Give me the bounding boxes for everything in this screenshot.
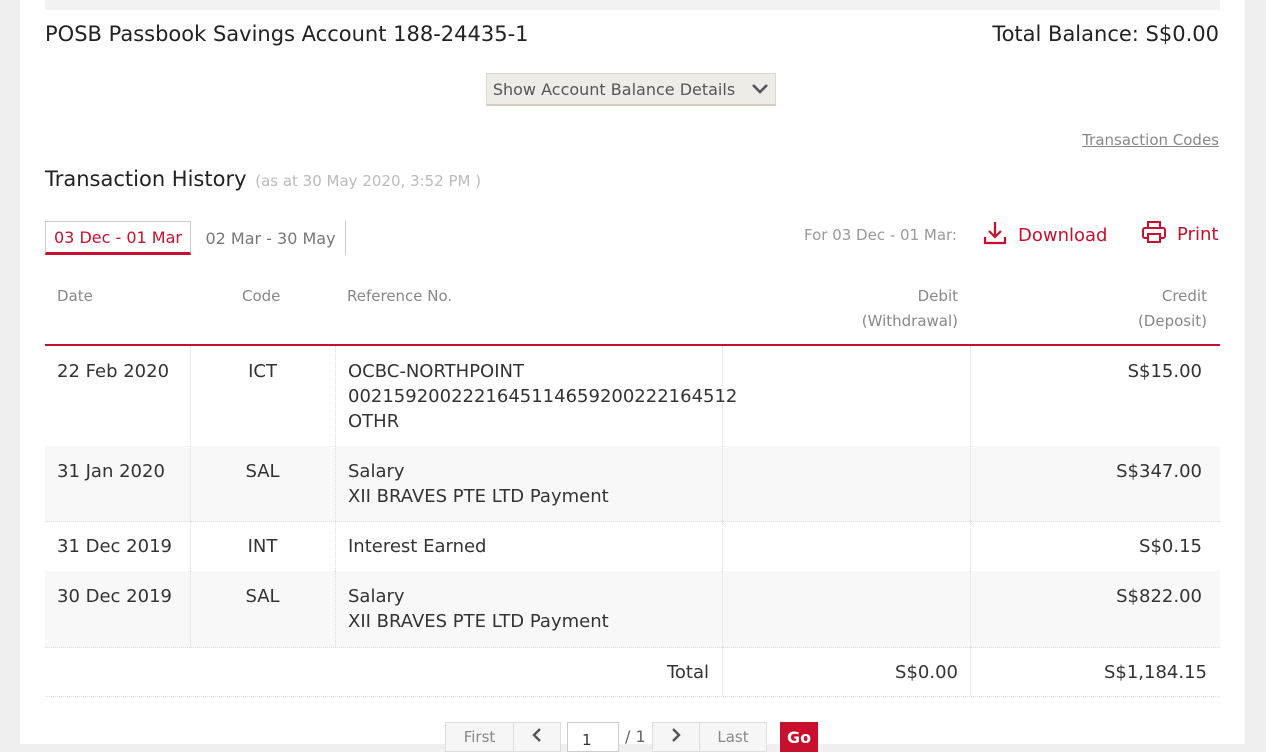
row-reference-line: Salary: [348, 461, 405, 482]
row-reference-line: Interest Earned: [348, 536, 487, 557]
transaction-history-heading: Transaction History (as at 30 May 2020, …: [45, 167, 481, 191]
row-date: 30 Dec 2019: [57, 586, 172, 607]
show-details-label: Show Account Balance Details: [492, 79, 736, 99]
header-date: Date: [57, 287, 93, 305]
column-divider: [335, 521, 336, 571]
total-label: Total: [666, 662, 709, 683]
header-debit-sub: (Withdrawal): [861, 312, 958, 330]
row-date: 31 Dec 2019: [57, 536, 172, 557]
header-credit-sub: (Deposit): [1137, 312, 1207, 330]
row-reference-line: XII BRAVES PTE LTD Payment: [348, 486, 609, 507]
download-label: Download: [1018, 225, 1108, 246]
page-count: / 1: [625, 727, 646, 746]
tab-03-dec-01-mar[interactable]: 03 Dec - 01 Mar: [45, 221, 191, 255]
row-credit: S$0.15: [1139, 536, 1202, 557]
page-number-input[interactable]: [567, 722, 619, 752]
next-page-button[interactable]: [652, 722, 700, 752]
column-divider: [190, 571, 191, 647]
go-button[interactable]: Go: [780, 722, 818, 752]
transaction-history-title: Transaction History: [45, 167, 247, 191]
header-debit-label: Debit: [917, 287, 958, 305]
row-credit: S$347.00: [1116, 461, 1202, 482]
row-code: SAL: [245, 461, 280, 482]
column-divider: [335, 571, 336, 647]
total-debit: S$0.00: [895, 662, 958, 683]
table-row[interactable]: 30 Dec 2019 SAL Salary XII BRAVES PTE LT…: [45, 571, 1220, 648]
column-divider: [970, 346, 971, 446]
as-at-timestamp: (as at 30 May 2020, 3:52 PM ): [255, 172, 482, 190]
row-date: 31 Jan 2020: [57, 461, 165, 482]
row-date: 22 Feb 2020: [57, 361, 170, 382]
row-reference: Salary XII BRAVES PTE LTD Payment: [348, 459, 609, 509]
prev-page-button[interactable]: [513, 722, 561, 752]
top-bar: [45, 0, 1220, 10]
row-reference-line: OTHR: [348, 411, 400, 432]
download-button[interactable]: Download: [982, 220, 1107, 251]
column-divider: [722, 446, 723, 521]
for-period-label: For 03 Dec - 01 Mar:: [804, 226, 957, 244]
show-account-balance-details-button[interactable]: Show Account Balance Details: [486, 73, 776, 106]
transaction-codes-link[interactable]: Transaction Codes: [1082, 131, 1219, 149]
column-divider: [970, 521, 971, 571]
row-reference-line: Salary: [348, 586, 405, 607]
header-credit: Credit (Deposit): [1138, 284, 1207, 334]
header-code: Code: [242, 287, 281, 305]
row-credit: S$15.00: [1127, 361, 1202, 382]
total-credit: S$1,184.15: [1103, 662, 1207, 683]
row-reference-line: 002159200222164511465920022216451​2: [348, 386, 738, 407]
column-divider: [722, 647, 723, 696]
row-code: INT: [247, 536, 278, 557]
row-code: SAL: [245, 586, 280, 607]
row-reference: Salary XII BRAVES PTE LTD Payment: [348, 584, 609, 634]
chevron-right-icon: [670, 728, 682, 746]
header-debit: Debit (Withdrawal): [862, 284, 958, 334]
column-divider: [722, 571, 723, 647]
header-reference: Reference No.: [347, 287, 453, 305]
column-divider: [722, 521, 723, 571]
last-page-button[interactable]: Last: [699, 722, 767, 752]
page-container: POSB Passbook Savings Account 188-24435-…: [20, 0, 1245, 752]
column-divider: [335, 346, 336, 446]
chevron-left-icon: [531, 728, 543, 746]
tab-02-mar-30-may[interactable]: 02 Mar - 30 May: [196, 221, 346, 255]
total-row: Total S$0.00 S$1,184.15: [45, 647, 1220, 697]
row-reference: Interest Earned: [348, 534, 486, 559]
first-page-button[interactable]: First: [445, 722, 514, 752]
printer-icon: [1141, 220, 1177, 249]
print-label: Print: [1177, 224, 1219, 245]
table-row[interactable]: 22 Feb 2020 ICT OCBC-NORTHPOINT 00215920…: [45, 346, 1220, 447]
column-divider: [970, 446, 971, 521]
column-divider: [970, 647, 971, 696]
account-title: POSB Passbook Savings Account 188-24435-…: [45, 22, 529, 46]
print-button[interactable]: Print: [1141, 220, 1218, 249]
download-icon: [982, 220, 1018, 251]
row-reference: OCBC-NORTHPOINT 002159200222164511465920…: [348, 359, 737, 434]
header-credit-label: Credit: [1161, 287, 1207, 305]
table-row[interactable]: 31 Jan 2020 SAL Salary XII BRAVES PTE LT…: [45, 446, 1220, 522]
table-row[interactable]: 31 Dec 2019 INT Interest Earned S$0.15: [45, 521, 1220, 572]
row-credit: S$822.00: [1116, 586, 1202, 607]
row-code: ICT: [248, 361, 277, 382]
column-divider: [970, 571, 971, 647]
chevron-down-icon: [751, 83, 769, 95]
row-reference-line: XII BRAVES PTE LTD Payment: [348, 611, 609, 632]
column-divider: [335, 446, 336, 521]
total-balance: Total Balance: S$0.00: [992, 22, 1219, 46]
row-reference-line: OCBC-NORTHPOINT: [348, 361, 524, 382]
